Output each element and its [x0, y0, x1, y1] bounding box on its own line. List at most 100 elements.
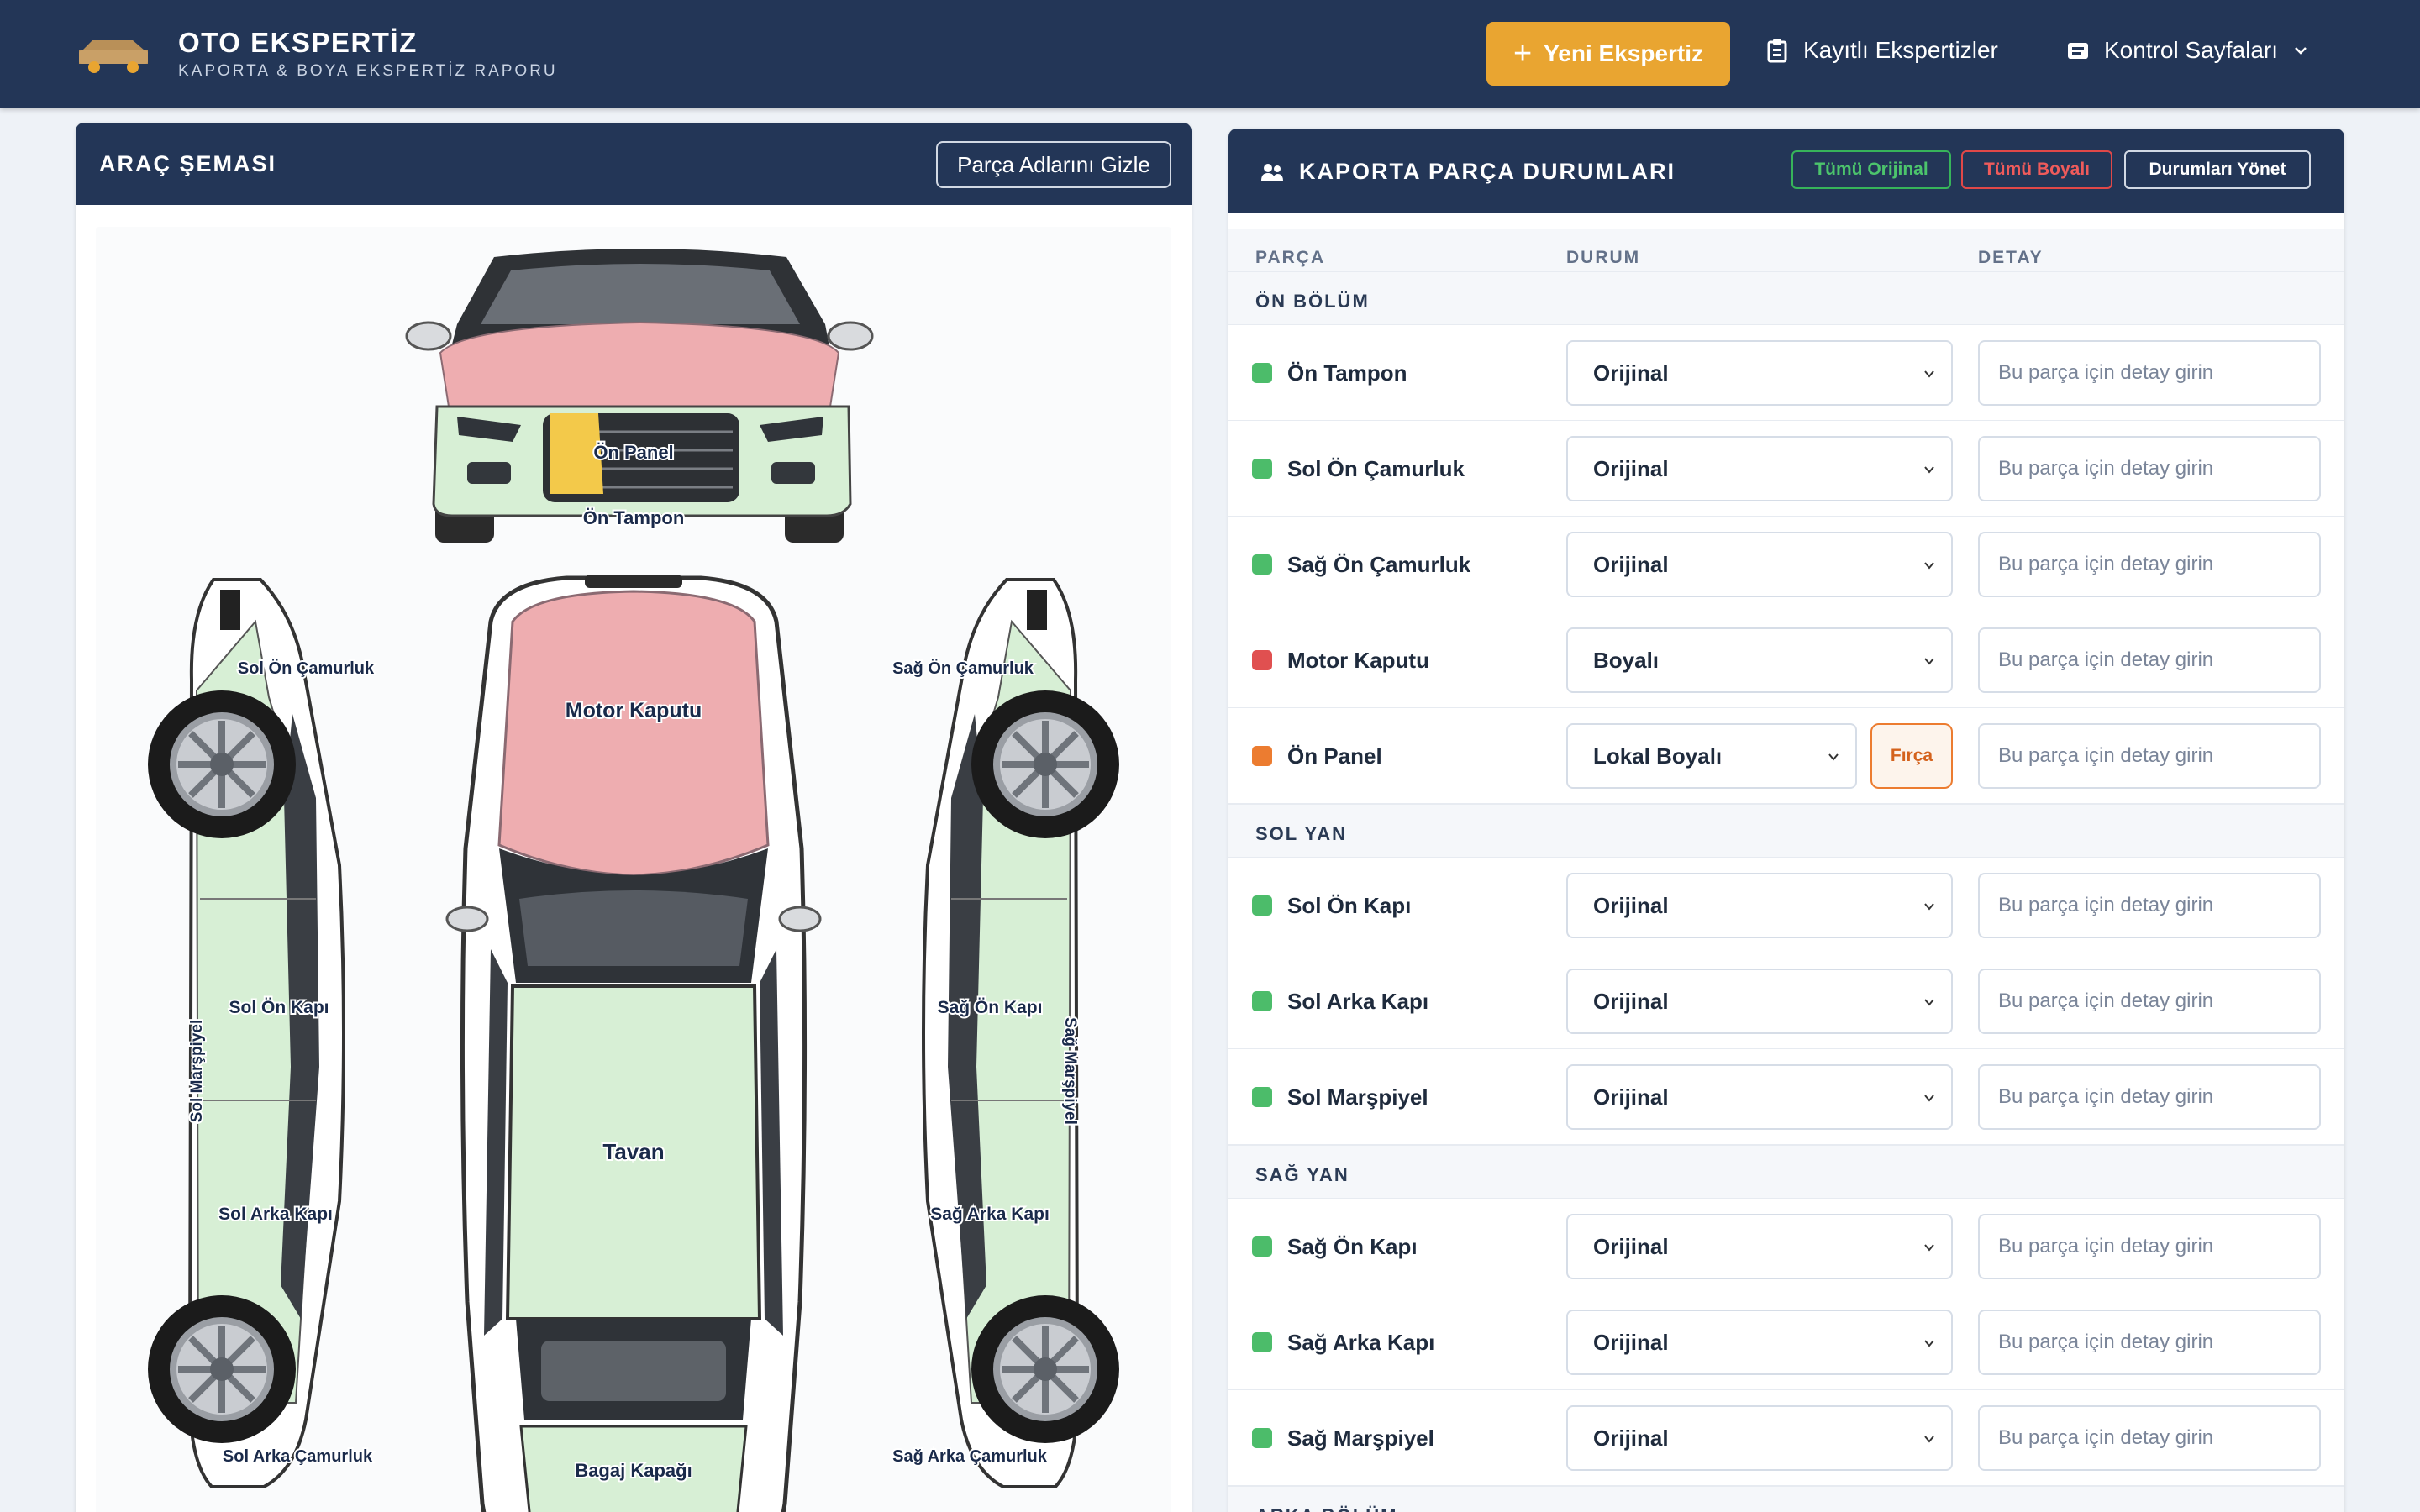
chevron-down-icon [1924, 658, 1934, 665]
part-name: Ön Tampon [1287, 360, 1407, 386]
detail-input[interactable] [1978, 532, 2321, 597]
part-name: Sağ Arka Kapı [1287, 1330, 1435, 1355]
detail-input[interactable] [1978, 1405, 2321, 1471]
status-value: Orijinal [1593, 551, 1669, 577]
label-sol-on-camurluk: Sol Ön Çamurluk [238, 659, 375, 678]
detail-input[interactable] [1978, 627, 2321, 693]
table-row: Sağ Ön Çamurluk Orijinal [1228, 517, 2344, 612]
status-select[interactable]: Orijinal [1566, 340, 1953, 406]
label-tavan: Tavan [602, 1139, 664, 1164]
car-logo-icon [79, 40, 148, 73]
label-sag-arka-kapi: Sağ Arka Kapı [930, 1205, 1050, 1224]
all-original-button[interactable]: Tümü Orijinal [1791, 150, 1951, 189]
section-title: ÖN BÖLÜM [1255, 291, 1370, 312]
all-painted-button[interactable]: Tümü Boyalı [1961, 150, 2112, 189]
status-dot [1252, 1236, 1272, 1257]
part-name: Sağ Ön Kapı [1287, 1234, 1418, 1259]
table-header: PARÇA DURUM DETAY [1228, 229, 2344, 271]
status-dot [1252, 1332, 1272, 1352]
status-dot [1252, 1087, 1272, 1107]
chevron-down-icon [1924, 999, 1934, 1006]
chevron-down-icon [1924, 903, 1934, 911]
status-select[interactable]: Orijinal [1566, 873, 1953, 938]
new-inspection-label: Yeni Ekspertiz [1544, 40, 1704, 66]
label-motor-kaputu: Motor Kaputu [566, 699, 702, 722]
chevron-down-icon [2295, 47, 2307, 55]
status-select[interactable]: Orijinal [1566, 969, 1953, 1034]
top-view: Motor Kaputu Tavan Bagaj Kapağı [445, 575, 822, 1512]
section-header: ÖN BÖLÜM [1228, 271, 2344, 325]
table-row: Sağ Arka Kapı Orijinal [1228, 1294, 2344, 1390]
status-dot [1252, 991, 1272, 1011]
section-header: SOL YAN [1228, 804, 2344, 858]
label-sag-arka-camurluk: Sağ Arka Çamurluk [892, 1447, 1048, 1466]
vehicle-schema-header: ARAÇ ŞEMASI Parça Adlarını Gizle [76, 123, 1192, 205]
chevron-down-icon [1924, 466, 1934, 474]
chevron-down-icon [1924, 1244, 1934, 1252]
status-select[interactable]: Orijinal [1566, 1214, 1953, 1279]
detail-input[interactable] [1978, 1064, 2321, 1130]
status-select[interactable]: Orijinal [1566, 1405, 1953, 1471]
part-name: Sol Arka Kapı [1287, 989, 1429, 1014]
table-row: Ön Tampon Orijinal [1228, 325, 2344, 421]
label-bagaj-kapagi: Bagaj Kapağı [575, 1460, 692, 1481]
detail-input[interactable] [1978, 436, 2321, 501]
status-select[interactable]: Orijinal [1566, 532, 1953, 597]
section-title: SAĞ YAN [1255, 1164, 1349, 1185]
part-status-title-wrap: KAPORTA PARÇA DURUMLARI [1260, 159, 1676, 185]
status-dot [1252, 1428, 1272, 1448]
status-value: Lokal Boyalı [1593, 743, 1723, 769]
table-row: Sol Ön Çamurluk Orijinal [1228, 421, 2344, 517]
part-name: Motor Kaputu [1287, 648, 1429, 673]
col-status: DURUM [1566, 248, 1641, 267]
vehicle-diagram: Ön Panel Ön Tampon Sol Ön Çamurluk Sol Ö… [96, 249, 1171, 1512]
top-navbar: OTO EKSPERTİZ KAPORTA & BOYA EKSPERTİZ R… [0, 0, 2420, 108]
chevron-down-icon [1924, 370, 1934, 378]
section-header: SAĞ YAN [1228, 1145, 2344, 1199]
status-select[interactable]: Boyalı [1566, 627, 1953, 693]
manage-statuses-button[interactable]: Durumları Yönet [2124, 150, 2311, 189]
vehicle-schema-panel: ARAÇ ŞEMASI Parça Adlarını Gizle Ön Pane… [76, 123, 1192, 1512]
new-inspection-button[interactable]: + Yeni Ekspertiz [1486, 22, 1730, 86]
part-status-panel: KAPORTA PARÇA DURUMLARI Tümü Orijinal Tü… [1228, 129, 2344, 1512]
status-dot [1252, 650, 1272, 670]
chevron-down-icon [1924, 1340, 1934, 1347]
section-title: ARKA BÖLÜM [1255, 1505, 1398, 1512]
brush-button[interactable]: Fırça [1870, 723, 1953, 789]
detail-input[interactable] [1978, 1214, 2321, 1279]
part-name: Ön Panel [1287, 743, 1382, 769]
label-sag-marspiyel: Sağ Marşpiyel [1061, 1017, 1079, 1125]
status-select[interactable]: Lokal Boyalı [1566, 723, 1857, 789]
detail-input[interactable] [1978, 969, 2321, 1034]
part-name: Sol Ön Çamurluk [1287, 456, 1465, 481]
table-row: Sağ Ön Kapı Orijinal [1228, 1199, 2344, 1294]
part-status-header: KAPORTA PARÇA DURUMLARI Tümü Orijinal Tü… [1228, 129, 2344, 213]
top-hood-region[interactable] [497, 590, 770, 877]
front-hood-region[interactable] [439, 321, 840, 407]
control-pages-dropdown[interactable]: Kontrol Sayfaları [2067, 37, 2308, 64]
detail-input[interactable] [1978, 873, 2321, 938]
status-value: Orijinal [1593, 1233, 1669, 1259]
detail-input[interactable] [1978, 723, 2321, 789]
saved-inspections-label: Kayıtlı Ekspertizler [1803, 37, 1998, 63]
status-select[interactable]: Orijinal [1566, 1064, 1953, 1130]
hide-part-names-button[interactable]: Parça Adlarını Gizle [936, 141, 1171, 188]
chevron-down-icon [1924, 562, 1934, 570]
label-sol-marspiyel: Sol Marşpiyel [188, 1020, 206, 1123]
label-sag-on-kapi: Sağ Ön Kapı [938, 998, 1043, 1017]
label-on-panel: Ön Panel [593, 442, 673, 463]
status-dot [1252, 554, 1272, 575]
detail-input[interactable] [1978, 1310, 2321, 1375]
status-value: Orijinal [1593, 1084, 1669, 1110]
table-row: Sol Arka Kapı Orijinal [1228, 953, 2344, 1049]
status-dot [1252, 363, 1272, 383]
clipboard-icon [1767, 39, 1787, 63]
table-row: Motor Kaputu Boyalı [1228, 612, 2344, 708]
part-name: Sol Ön Kapı [1287, 893, 1412, 918]
status-select[interactable]: Orijinal [1566, 1310, 1953, 1375]
label-sol-arka-kapi: Sol Arka Kapı [218, 1205, 333, 1224]
detail-input[interactable] [1978, 340, 2321, 406]
status-value: Orijinal [1593, 360, 1669, 386]
status-select[interactable]: Orijinal [1566, 436, 1953, 501]
saved-inspections-link[interactable]: Kayıtlı Ekspertizler [1766, 37, 1998, 64]
